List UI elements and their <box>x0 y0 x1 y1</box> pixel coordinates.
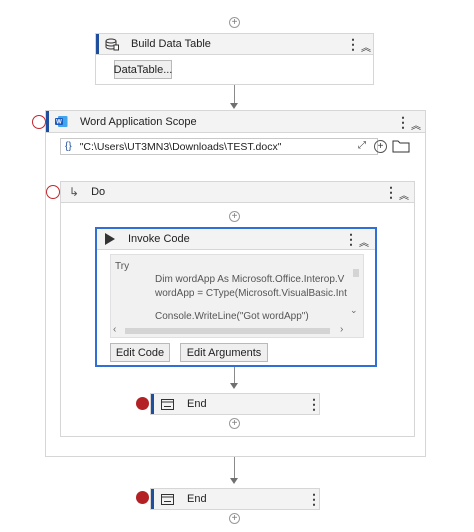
collapse-icon[interactable]: ︽ <box>359 234 369 249</box>
do-sequence-header[interactable]: ↳ Do ⋮ ︽ <box>60 181 415 203</box>
scroll-right-icon[interactable]: › <box>340 324 343 335</box>
data-table-icon <box>105 38 119 51</box>
word-scope-header[interactable]: W Word Application Scope ⋮ ︽ <box>45 110 426 133</box>
collapse-icon[interactable]: ︽ <box>361 39 371 54</box>
sequence-title: Do <box>91 186 106 198</box>
scroll-down-icon[interactable]: ⌄ <box>350 305 358 316</box>
breakpoint-ring-icon[interactable] <box>32 115 46 129</box>
terminate-icon <box>161 493 174 505</box>
breakpoint-ring-icon[interactable] <box>46 185 60 199</box>
add-variable-icon[interactable]: + <box>374 140 387 153</box>
code-line: wordApp = CType(Microsoft.VisualBasic.In… <box>155 288 347 299</box>
add-activity-icon[interactable]: + <box>229 418 240 429</box>
expand-icon[interactable]: ⤢ <box>358 140 366 151</box>
breakpoint-icon[interactable] <box>136 491 149 504</box>
activity-title: Word Application Scope <box>80 115 197 128</box>
terminate-icon <box>161 398 174 410</box>
code-line: Console.WriteLine("Got wordApp") <box>155 311 309 322</box>
collapse-icon[interactable]: ︽ <box>411 117 421 132</box>
connector-arrow <box>230 103 238 109</box>
activity-title: Build Data Table <box>131 38 211 50</box>
play-icon <box>105 233 115 245</box>
collapse-icon[interactable]: ︽ <box>399 187 409 202</box>
connector-line <box>234 457 235 480</box>
folder-icon[interactable] <box>392 139 410 156</box>
more-options-icon[interactable]: ⋮ <box>384 184 398 201</box>
horizontal-scrollbar-thumb[interactable] <box>125 328 330 334</box>
more-options-icon[interactable]: ⋮ <box>346 36 360 53</box>
activity-title: End <box>187 493 207 505</box>
more-options-icon[interactable]: ⋮ <box>307 491 321 508</box>
scroll-left-icon[interactable]: ‹ <box>113 324 116 335</box>
activity-title: End <box>187 398 207 410</box>
datatable-button[interactable]: DataTable... <box>114 60 172 79</box>
end-activity-outer[interactable]: End ⋮ <box>150 488 321 510</box>
activity-accent <box>151 489 154 509</box>
connector-arrow <box>230 478 238 484</box>
more-options-icon[interactable]: ⋮ <box>344 231 358 248</box>
file-path-field[interactable]: {} "C:\Users\UT3MN3\Downloads\TEST.docx"… <box>60 138 378 155</box>
connector-arrow <box>230 383 238 389</box>
end-activity-inner[interactable]: End ⋮ <box>150 393 321 415</box>
code-line: Dim wordApp As Microsoft.Office.Interop.… <box>155 274 345 285</box>
expression-icon[interactable]: {} <box>65 141 72 152</box>
activity-accent <box>46 111 49 132</box>
add-activity-icon[interactable]: + <box>229 211 240 222</box>
connector-line <box>234 85 235 105</box>
edit-arguments-button[interactable]: Edit Arguments <box>180 343 268 362</box>
invoke-code-header[interactable]: Invoke Code ⋮ ︽ <box>97 229 375 250</box>
activity-accent <box>96 34 99 54</box>
code-line: Try <box>115 261 130 272</box>
add-activity-icon[interactable]: + <box>229 513 240 524</box>
invoke-code-activity[interactable]: Invoke Code ⋮ ︽ Try Dim wordApp As Micro… <box>95 227 377 367</box>
sequence-icon: ↳ <box>69 185 80 199</box>
vertical-scrollbar-thumb[interactable] <box>353 269 359 277</box>
more-options-icon[interactable]: ⋮ <box>396 114 410 131</box>
svg-text:W: W <box>56 120 62 126</box>
more-options-icon[interactable]: ⋮ <box>307 396 321 413</box>
breakpoint-icon[interactable] <box>136 397 149 410</box>
activity-accent <box>151 394 154 414</box>
add-activity-icon[interactable]: + <box>229 17 240 28</box>
activity-title: Invoke Code <box>128 233 190 245</box>
build-data-table-activity[interactable]: Build Data Table ⋮ ︽ DataTable... <box>95 33 374 85</box>
code-preview[interactable]: Try Dim wordApp As Microsoft.Office.Inte… <box>110 254 364 338</box>
build-data-table-header[interactable]: Build Data Table ⋮ ︽ <box>95 33 374 55</box>
edit-code-button[interactable]: Edit Code <box>110 343 170 362</box>
file-path-value[interactable]: "C:\Users\UT3MN3\Downloads\TEST.docx" <box>80 141 282 153</box>
word-icon: W <box>55 115 68 128</box>
